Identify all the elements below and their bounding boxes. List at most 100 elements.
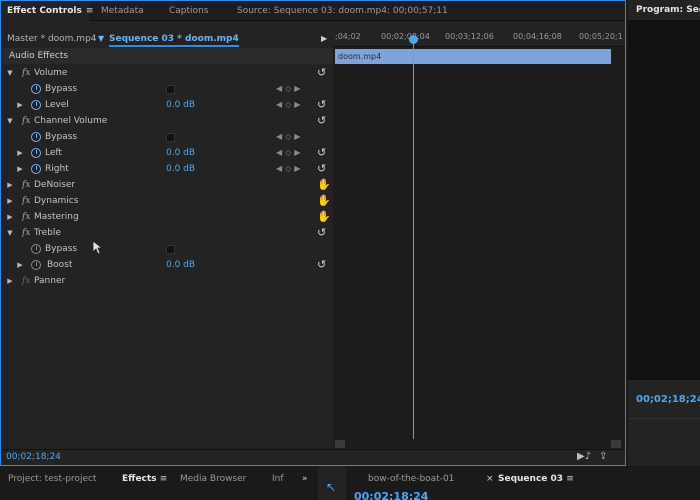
expand-triangle-icon[interactable]: ▶: [15, 97, 25, 113]
sequence-clip-label[interactable]: Sequence 03 * doom.mp4: [109, 31, 239, 47]
edit-hand-icon[interactable]: ✋: [317, 193, 331, 209]
param-name: Boost: [47, 260, 73, 270]
timeline-timecode[interactable]: 00;02;18;24: [354, 490, 428, 500]
expand-triangle-icon[interactable]: ▼: [5, 65, 15, 81]
bypass-checkbox[interactable]: [166, 133, 175, 142]
keyframe-nav-icon[interactable]: ◀◇▶: [276, 129, 303, 145]
effect-name: DeNoiser: [34, 180, 76, 190]
param-level: ▶ Level 0.0 dB ◀◇▶ ↺: [1, 97, 333, 113]
fx-icon[interactable]: fx: [22, 209, 30, 225]
edit-hand-icon[interactable]: ✋: [317, 177, 331, 193]
keyframe-nav-icon[interactable]: ◀◇▶: [276, 145, 303, 161]
tab-program[interactable]: Program: Seque: [636, 0, 700, 20]
tab-info[interactable]: Inf: [272, 470, 284, 488]
scroll-handle-left[interactable]: [335, 440, 345, 448]
time-ruler[interactable]: ;04;02 00;02;08;04 00;03;12;06 00;04;16;…: [333, 31, 625, 47]
export-icon[interactable]: ⇪: [599, 451, 607, 462]
playhead-handle[interactable]: [409, 35, 418, 44]
left-value[interactable]: 0.0 dB: [166, 145, 195, 161]
program-timecode[interactable]: 00;02;18;24: [636, 394, 700, 405]
level-value[interactable]: 0.0 dB: [166, 97, 195, 113]
expand-triangle-icon[interactable]: ▶: [15, 145, 25, 161]
master-clip-label[interactable]: Master * doom.mp4: [7, 31, 97, 47]
effect-treble[interactable]: ▼ fx Treble ↺: [1, 225, 333, 241]
stopwatch-icon[interactable]: [31, 244, 41, 254]
expand-triangle-icon[interactable]: ▶: [5, 209, 15, 225]
effect-volume[interactable]: ▼ fx Volume ↺: [1, 65, 333, 81]
tab-effects[interactable]: Effects ≡: [122, 470, 167, 488]
effect-mastering[interactable]: ▶ fx Mastering ✋: [1, 209, 333, 225]
scroll-handle-right[interactable]: [611, 440, 621, 448]
program-ruler[interactable]: [628, 418, 700, 432]
selection-tool-icon[interactable]: ↖: [326, 480, 336, 494]
panel-menu-icon[interactable]: ≡: [160, 474, 168, 484]
param-name: Level: [45, 100, 69, 110]
right-value[interactable]: 0.0 dB: [166, 161, 195, 177]
reset-icon[interactable]: ↺: [317, 225, 326, 241]
tab-source[interactable]: Source: Sequence 03: doom.mp4: 00;00;57;…: [237, 1, 448, 21]
fx-icon[interactable]: fx: [22, 177, 30, 193]
stopwatch-icon[interactable]: [31, 148, 41, 158]
timeline-scrollbar[interactable]: [333, 439, 625, 449]
expand-triangle-icon[interactable]: ▶: [15, 257, 25, 273]
keyframe-nav-icon[interactable]: ◀◇▶: [276, 97, 303, 113]
current-timecode[interactable]: 00;02;18;24: [6, 452, 61, 462]
keyframe-nav-icon[interactable]: ◀◇▶: [276, 161, 303, 177]
bypass-checkbox[interactable]: [166, 245, 175, 254]
effect-name: Treble: [34, 228, 61, 238]
tab-media-browser[interactable]: Media Browser: [180, 470, 246, 488]
tab-timeline-sequence-03[interactable]: Sequence 03 ≡: [498, 470, 574, 488]
stopwatch-icon[interactable]: [31, 132, 41, 142]
play-only-audio-icon[interactable]: ▶: [321, 31, 327, 47]
fx-icon[interactable]: fx: [22, 273, 30, 289]
close-icon[interactable]: ×: [486, 470, 494, 488]
bypass-checkbox[interactable]: [166, 85, 175, 94]
filter-audio-icon[interactable]: ▶♪: [577, 451, 591, 462]
boost-value[interactable]: 0.0 dB: [166, 257, 195, 273]
expand-triangle-icon[interactable]: ▶: [5, 273, 15, 289]
tab-timeline-bow-of-the-boat[interactable]: bow-of-the-boat-01: [368, 470, 454, 488]
stopwatch-icon[interactable]: [31, 260, 41, 270]
program-monitor-screen[interactable]: [628, 20, 700, 380]
stopwatch-icon[interactable]: [31, 100, 41, 110]
edit-hand-icon[interactable]: ✋: [317, 209, 331, 225]
reset-icon[interactable]: ↺: [317, 65, 326, 81]
panel-menu-icon[interactable]: ≡: [566, 474, 574, 484]
expand-triangle-icon[interactable]: ▼: [5, 113, 15, 129]
expand-triangle-icon[interactable]: ▶: [15, 161, 25, 177]
clip-bar[interactable]: doom.mp4: [335, 49, 611, 64]
param-name: Bypass: [45, 132, 78, 142]
effect-denoiser[interactable]: ▶ fx DeNoiser ✋: [1, 177, 333, 193]
effect-panner[interactable]: ▶ fx Panner: [1, 273, 333, 289]
tab-project[interactable]: Project: test-project: [8, 470, 96, 488]
reset-icon[interactable]: ↺: [317, 113, 326, 129]
panel-menu-icon[interactable]: ≡: [86, 1, 94, 21]
playhead-line[interactable]: [413, 37, 414, 439]
reset-icon[interactable]: ↺: [317, 145, 326, 161]
expand-triangle-icon[interactable]: ▶: [5, 177, 15, 193]
sequence-dropdown-icon[interactable]: ▼: [98, 31, 104, 47]
effect-controls-footer: 00;02;18;24 ▶♪ ⇪: [1, 449, 625, 465]
expand-triangle-icon[interactable]: ▼: [5, 225, 15, 241]
effect-channel-volume[interactable]: ▼ fx Channel Volume ↺: [1, 113, 333, 129]
reset-icon[interactable]: ↺: [317, 97, 326, 113]
stopwatch-icon[interactable]: [31, 164, 41, 174]
reset-icon[interactable]: ↺: [317, 161, 326, 177]
fx-icon[interactable]: fx: [22, 113, 30, 129]
tab-metadata[interactable]: Metadata: [101, 1, 144, 21]
param-name: Left: [45, 148, 62, 158]
effect-controls-timeline[interactable]: ;04;02 00;02;08;04 00;03;12;06 00;04;16;…: [333, 31, 625, 449]
more-tabs-icon[interactable]: »: [302, 470, 308, 488]
fx-icon[interactable]: fx: [22, 193, 30, 209]
tab-captions[interactable]: Captions: [169, 1, 208, 21]
expand-triangle-icon[interactable]: ▶: [5, 193, 15, 209]
effect-dynamics[interactable]: ▶ fx Dynamics ✋: [1, 193, 333, 209]
keyframe-nav-icon[interactable]: ◀◇▶: [276, 81, 303, 97]
effect-name: Panner: [34, 276, 66, 286]
fx-icon[interactable]: fx: [22, 65, 30, 81]
fx-icon[interactable]: fx: [22, 225, 30, 241]
ruler-tick-label: 00;04;16;08: [513, 32, 562, 41]
tab-effect-controls[interactable]: Effect Controls ≡: [1, 1, 93, 21]
reset-icon[interactable]: ↺: [317, 257, 326, 273]
stopwatch-icon[interactable]: [31, 84, 41, 94]
